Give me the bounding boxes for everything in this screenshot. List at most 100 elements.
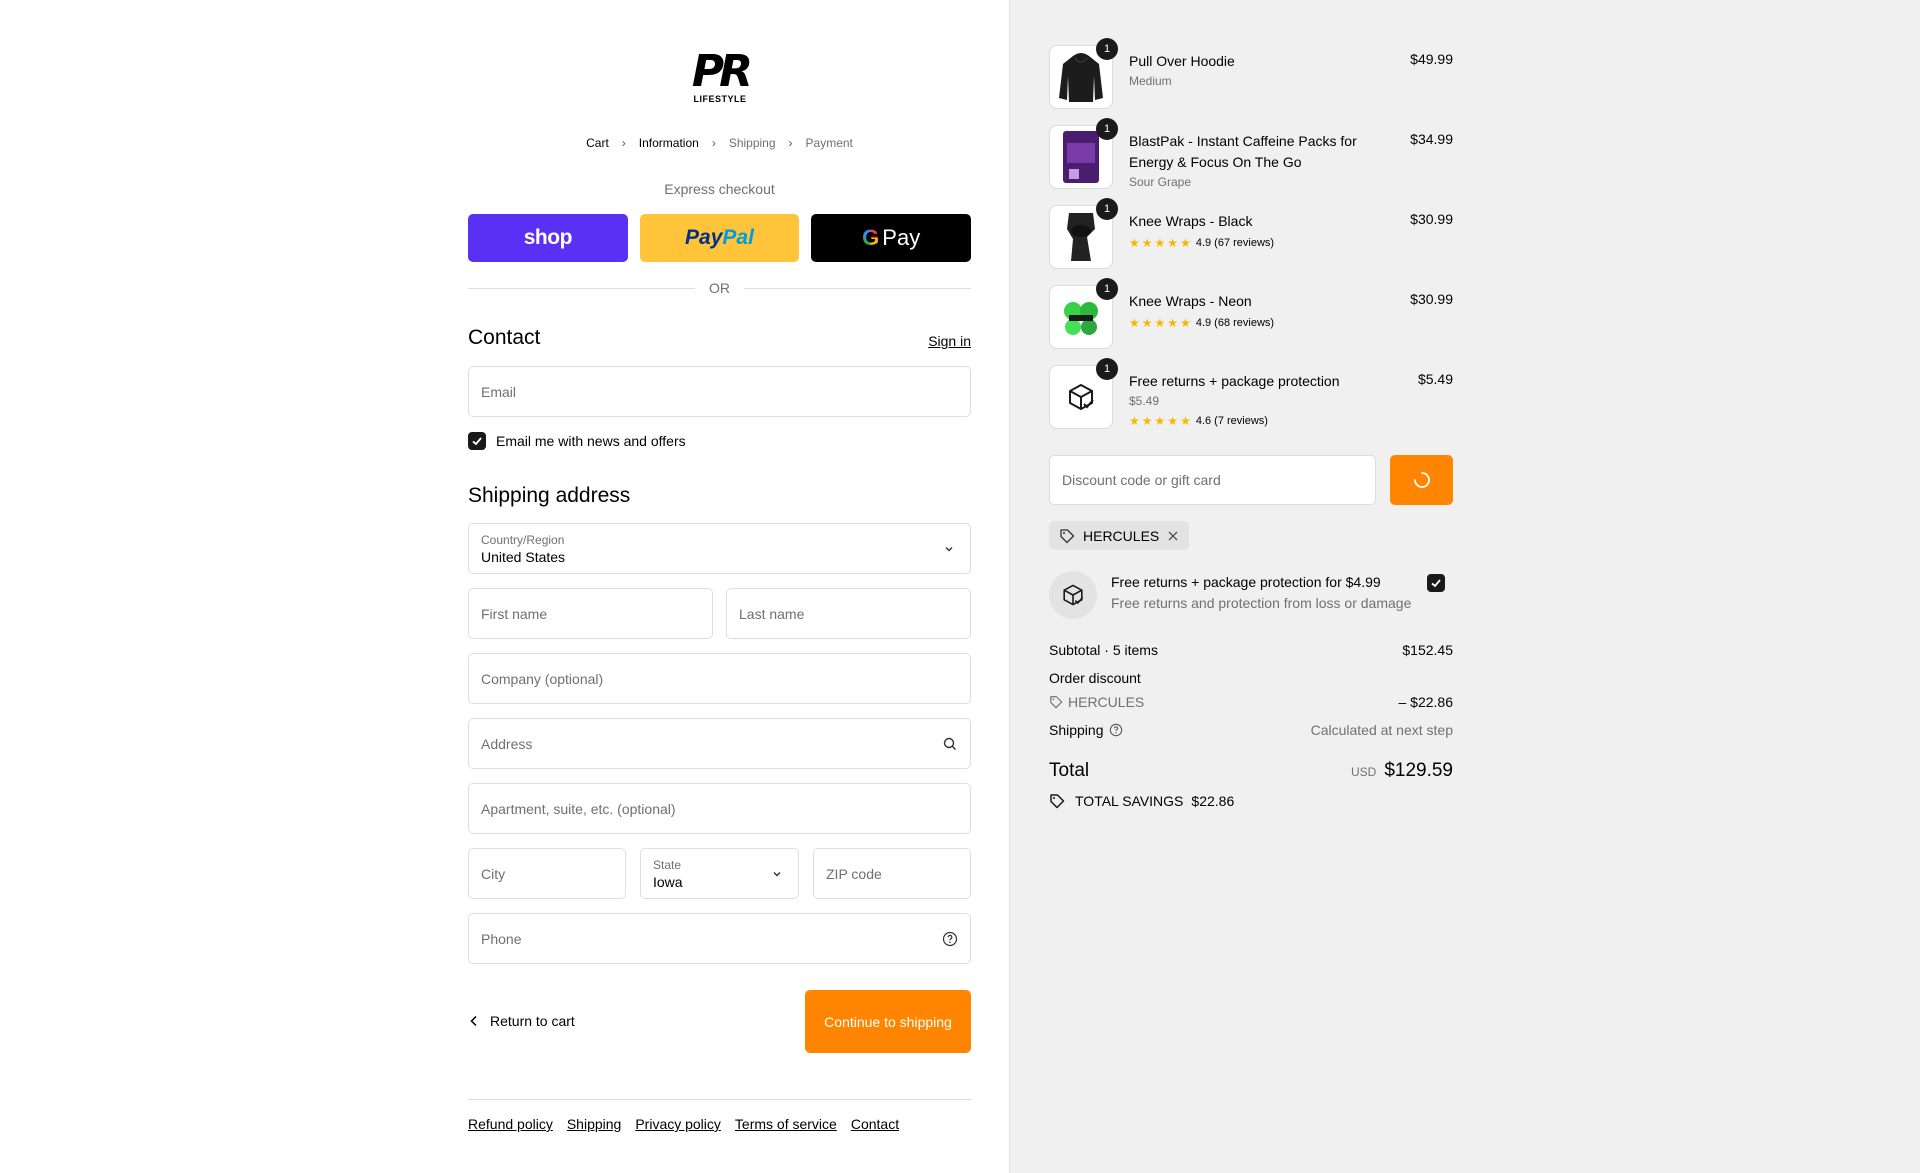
breadcrumb-cart[interactable]: Cart <box>586 136 609 150</box>
star-icon: ★ <box>1129 236 1140 250</box>
apartment-field[interactable] <box>468 783 971 834</box>
newsletter-checkbox-row[interactable]: Email me with news and offers <box>468 432 686 450</box>
newsletter-label: Email me with news and offers <box>496 433 686 449</box>
google-g-icon: G <box>862 225 880 250</box>
shipping-label: Shipping <box>1049 722 1104 738</box>
company-input[interactable] <box>469 654 970 703</box>
applied-discount-tag: HERCULES <box>1049 521 1190 550</box>
return-to-cart-link[interactable]: Return to cart <box>468 1013 575 1029</box>
shipping-value: Calculated at next step <box>1310 722 1453 738</box>
help-icon[interactable] <box>1109 723 1123 737</box>
first-name-field[interactable] <box>468 588 713 639</box>
state-select[interactable]: State Iowa <box>640 848 799 899</box>
first-name-input[interactable] <box>469 589 712 638</box>
zip-input[interactable] <box>814 849 970 898</box>
star-icon: ★ <box>1141 316 1153 330</box>
quantity-badge: 1 <box>1096 358 1118 380</box>
rating-text: 4.9 (68 reviews) <box>1195 317 1275 329</box>
apply-discount-button[interactable] <box>1390 455 1453 505</box>
sign-in-link[interactable]: Sign in <box>928 333 971 349</box>
quantity-badge: 1 <box>1096 278 1118 300</box>
item-details: BlastPak - Instant Caffeine Packs for En… <box>1129 131 1369 191</box>
total-row: Total USD $129.59 <box>1049 760 1453 782</box>
footer-divider <box>468 1099 971 1100</box>
breadcrumb-shipping: Shipping <box>728 136 776 150</box>
footer-links: Refund policy Shipping Privacy policy Te… <box>468 1116 899 1132</box>
brand-logo[interactable]: PR LIFESTYLE <box>685 50 755 106</box>
item-name: Knee Wraps - Black <box>1129 213 1253 229</box>
product-image: 1 <box>1049 38 1118 109</box>
star-icon: ★ <box>1167 316 1179 330</box>
discount-code-row: HERCULES – $22.86 <box>1049 694 1453 710</box>
last-name-input[interactable] <box>727 589 970 638</box>
shipping-policy-link[interactable]: Shipping <box>567 1116 622 1132</box>
contact-title: Contact <box>468 326 541 349</box>
star-icon: ★ <box>1129 414 1140 428</box>
order-summary-panel: 1 Pull Over Hoodie Medium $49.99 1 Blast… <box>1009 0 1920 1173</box>
item-name: Pull Over Hoodie <box>1129 53 1235 69</box>
chevron-down-icon <box>773 872 781 877</box>
chevron-right-icon: › <box>788 136 793 150</box>
state-label: State <box>653 858 682 872</box>
rating-text: 4.6 (7 reviews) <box>1195 415 1268 427</box>
return-to-cart-label: Return to cart <box>490 1013 575 1029</box>
phone-field[interactable] <box>468 913 971 964</box>
google-pay-label: Pay <box>882 225 921 250</box>
continue-to-shipping-button[interactable]: Continue to shipping <box>805 990 971 1053</box>
address-input[interactable] <box>469 719 970 768</box>
paypal-label-pal: Pal <box>722 226 754 249</box>
knee-wrap-neon-image <box>1064 302 1098 335</box>
zip-field[interactable] <box>813 848 971 899</box>
subtotal-label: Subtotal · 5 items <box>1049 642 1158 658</box>
shipping-row: Shipping Calculated at next step <box>1049 722 1453 738</box>
country-select[interactable]: Country/Region United States <box>468 523 971 574</box>
tag-icon <box>1050 794 1065 809</box>
product-image: 1 <box>1049 278 1118 349</box>
applied-discount-code: HERCULES <box>1083 527 1160 544</box>
star-icon: ★ <box>1154 236 1166 250</box>
express-checkout-buttons: shop Pay Pal G Pay <box>468 214 972 262</box>
city-input[interactable] <box>469 849 625 898</box>
phone-input[interactable] <box>469 914 970 963</box>
star-icon: ★ <box>1129 316 1140 330</box>
item-details: Pull Over Hoodie Medium <box>1129 51 1369 90</box>
protection-checkbox[interactable] <box>1427 574 1445 592</box>
item-name: BlastPak - Instant Caffeine Packs for En… <box>1129 133 1357 170</box>
total-savings-label: TOTAL SAVINGS <box>1075 793 1184 809</box>
discount-field[interactable] <box>1049 455 1376 505</box>
item-variant: Medium <box>1129 74 1172 88</box>
contact-link[interactable]: Contact <box>851 1116 899 1132</box>
star-icon: ★ <box>1154 414 1166 428</box>
address-field[interactable] <box>468 718 971 769</box>
city-field[interactable] <box>468 848 626 899</box>
company-field[interactable] <box>468 653 971 704</box>
shop-pay-button[interactable]: shop <box>468 214 628 262</box>
discount-input[interactable] <box>1050 456 1375 504</box>
email-input[interactable] <box>469 367 970 416</box>
apartment-input[interactable] <box>469 784 970 833</box>
shop-pay-label: shop <box>523 226 573 249</box>
quantity-badge: 1 <box>1096 118 1118 140</box>
loading-spinner-icon <box>1413 472 1430 488</box>
paypal-button[interactable]: Pay Pal <box>639 214 800 262</box>
package-protection-icon <box>1069 384 1094 410</box>
total-value: $129.59 <box>1384 760 1453 781</box>
star-half-icon: ★ <box>1180 414 1191 428</box>
discount-code-label: HERCULES <box>1049 694 1144 710</box>
google-pay-button[interactable]: G Pay <box>811 214 972 262</box>
privacy-policy-link[interactable]: Privacy policy <box>635 1116 721 1132</box>
item-name: Knee Wraps - Neon <box>1129 293 1252 309</box>
item-variant: Sour Grape <box>1129 175 1192 189</box>
refund-policy-link[interactable]: Refund policy <box>468 1116 553 1132</box>
help-icon[interactable] <box>942 931 958 947</box>
star-half-icon: ★ <box>1180 236 1191 250</box>
discount-code-text: HERCULES <box>1068 694 1145 710</box>
terms-of-service-link[interactable]: Terms of service <box>735 1116 837 1132</box>
star-half-icon: ★ <box>1180 316 1191 330</box>
close-icon[interactable] <box>1167 530 1179 542</box>
email-field[interactable] <box>468 366 971 417</box>
order-discount-label: Order discount <box>1049 670 1141 686</box>
discount-amount: – $22.86 <box>1398 694 1454 710</box>
newsletter-checkbox[interactable] <box>468 432 486 450</box>
last-name-field[interactable] <box>726 588 971 639</box>
